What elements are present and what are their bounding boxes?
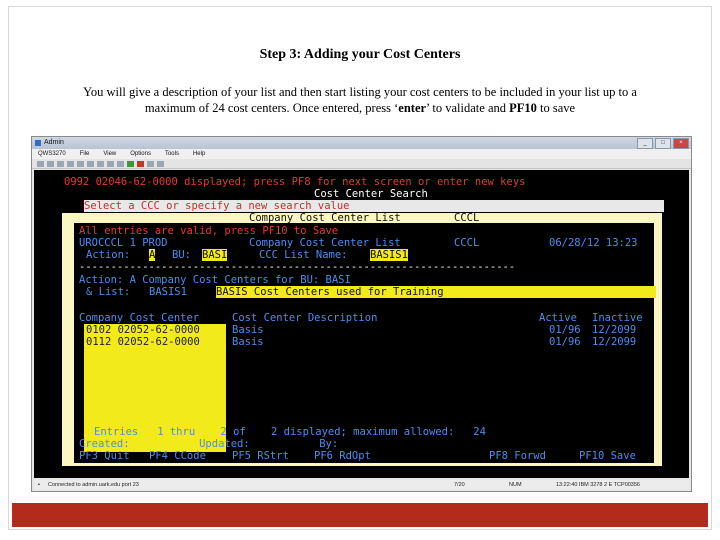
minimize-button[interactable]: _ — [637, 138, 653, 149]
menu-qws3270[interactable]: QWS3270 — [38, 149, 66, 159]
desc-text-c: to save — [536, 101, 576, 115]
screen-id: UROCCCL 1 PROD — [79, 237, 168, 249]
menu-options[interactable]: Options — [130, 149, 151, 159]
cursor-position: 7/20 — [454, 482, 465, 488]
desc-enter-key: enter — [398, 101, 427, 115]
bg-search-prompt: Select a CCC or specify a new search val… — [84, 200, 664, 212]
maximize-button[interactable]: □ — [655, 138, 671, 149]
action-description: Action: A Company Cost Centers for BU: B… — [79, 274, 351, 286]
valid-message: All entries are valid, press PF10 to Sav… — [79, 225, 339, 237]
row-2-inactive: 12/2099 — [592, 336, 637, 348]
toolbar-connect-icon[interactable] — [127, 160, 134, 167]
row-2-desc: Basis — [232, 336, 264, 348]
terminal-screen[interactable]: 0992 02046-62-0000 displayed; press PF8 … — [34, 170, 689, 478]
window-titlebar[interactable]: Admin _ □ × — [32, 137, 691, 149]
numlock-indicator: NUM — [509, 482, 522, 488]
col-header-inactive: Inactive — [592, 312, 643, 324]
list-value: BASIS1 — [149, 286, 187, 298]
connection-status: Connected to admin.uark.edu port 23 — [48, 482, 139, 488]
connection-icon: ▪ — [38, 482, 40, 488]
bu-input[interactable]: BASI — [202, 249, 228, 261]
window-title: Admin — [44, 139, 64, 146]
divider-line: ----------------------------------------… — [79, 261, 516, 273]
menu-bar: QWS3270 File View Options Tools Help — [32, 149, 691, 159]
popup-title: Company Cost Center List — [249, 212, 401, 224]
toolbar-color-icon[interactable] — [107, 160, 114, 167]
status-bar: ▪ Connected to admin.uark.edu port 23 7/… — [34, 480, 689, 490]
toolbar-open-icon[interactable] — [47, 160, 54, 167]
window-controls: _ □ × — [637, 138, 689, 149]
slide-footer-bar — [12, 503, 708, 527]
desc-text-a: maximum of 24 cost centers. Once entered… — [144, 101, 399, 115]
toolbar-macro-icon[interactable] — [147, 160, 154, 167]
list-label: & List: — [86, 286, 131, 298]
entries-line: Entries 1 thru 2 of 2 displayed; maximum… — [94, 426, 486, 438]
close-button[interactable]: × — [673, 138, 689, 149]
screen-title: Company Cost Center List — [249, 237, 401, 249]
bg-search-title: Cost Center Search — [314, 188, 428, 200]
list-name-input[interactable]: BASIS1 — [370, 249, 408, 261]
col-header-active: Active — [539, 312, 577, 324]
toolbar-help-icon[interactable] — [157, 160, 164, 167]
session-info: 13:22:40 IBM 3278 2 E TCP00356 — [556, 482, 640, 488]
row-2-active: 01/96 — [549, 336, 581, 348]
list-description-input[interactable]: BASIS Cost Centers used for Training — [216, 286, 656, 298]
toolbar-print-icon[interactable] — [67, 160, 74, 167]
toolbar-new-icon[interactable] — [37, 160, 44, 167]
toolbar-disconnect-icon[interactable] — [137, 160, 144, 167]
slide-heading: Step 3: Adding your Cost Centers — [259, 47, 461, 62]
toolbar — [32, 159, 691, 169]
pf3-key[interactable]: PF3 Quit — [79, 450, 130, 462]
row-2-ccc[interactable]: 0112 02052-62-0000 — [86, 336, 200, 348]
pf6-key[interactable]: PF6 RdOpt — [314, 450, 371, 462]
menu-help[interactable]: Help — [193, 149, 205, 159]
screen-code: CCCL — [454, 237, 480, 249]
row-1-inactive: 12/2099 — [592, 324, 637, 336]
terminal-bg-message: 0992 02046-62-0000 displayed; press PF8 … — [64, 176, 526, 188]
terminal-window: Admin _ □ × QWS3270 File View Options To… — [31, 136, 692, 492]
desc-pf10-key: PF10 — [509, 101, 537, 115]
toolbar-font-icon[interactable] — [97, 160, 104, 167]
menu-view[interactable]: View — [103, 149, 116, 159]
pf10-key[interactable]: PF10 Save — [579, 450, 636, 462]
desc-text-b: ’ to validate and — [426, 101, 510, 115]
action-label: Action: — [86, 249, 131, 261]
pf8-key[interactable]: PF8 Forwd — [489, 450, 546, 462]
toolbar-settings-icon[interactable] — [117, 160, 124, 167]
menu-tools[interactable]: Tools — [165, 149, 179, 159]
screen-datetime: 06/28/12 13:23 — [549, 237, 638, 249]
col-header-ccc: Company Cost Center — [79, 312, 200, 324]
description-line-1: You will give a description of your list… — [83, 85, 637, 99]
toolbar-paste-icon[interactable] — [87, 160, 94, 167]
action-input[interactable]: A — [149, 249, 156, 261]
bu-label: BU: — [172, 249, 191, 261]
toolbar-save-icon[interactable] — [57, 160, 64, 167]
app-icon — [35, 140, 41, 146]
pf5-key[interactable]: PF5 RStrt — [232, 450, 289, 462]
description-line-2: maximum of 24 cost centers. Once entered… — [20, 100, 700, 116]
row-1-active: 01/96 — [549, 324, 581, 336]
col-header-desc: Cost Center Description — [232, 312, 378, 324]
row-1-ccc[interactable]: 0102 02052-62-0000 — [86, 324, 200, 336]
toolbar-copy-icon[interactable] — [77, 160, 84, 167]
slide-description: You will give a description of your list… — [20, 84, 700, 116]
list-name-label: CCC List Name: — [259, 249, 348, 261]
created-line: Created: Updated: By: — [79, 438, 339, 450]
popup-code: CCCL — [454, 212, 480, 224]
pf4-key[interactable]: PF4 CCode — [149, 450, 206, 462]
menu-file[interactable]: File — [80, 149, 90, 159]
row-1-desc: Basis — [232, 324, 264, 336]
